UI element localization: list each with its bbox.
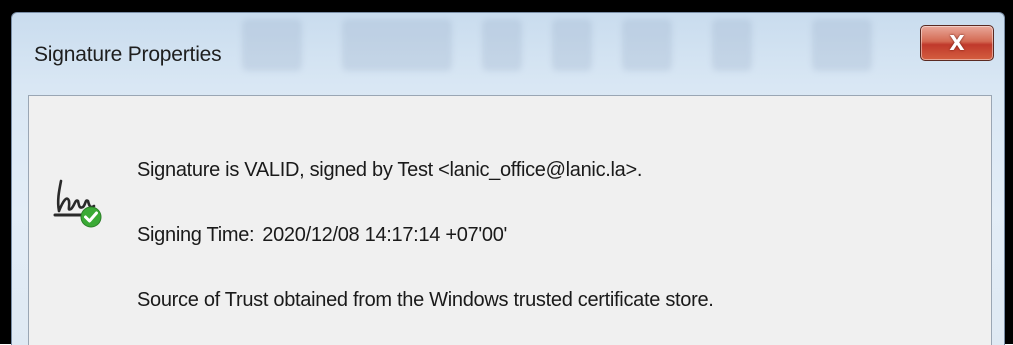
dialog-content: Signature is VALID, signed by Test <lani… bbox=[28, 95, 992, 345]
signing-time-value: 2020/12/08 14:17:14 +07'00' bbox=[262, 224, 508, 246]
close-icon: X bbox=[949, 31, 965, 55]
signing-time-row: Signing Time: 2020/12/08 14:17:14 +07'00' bbox=[137, 224, 507, 247]
dialog-title: Signature Properties bbox=[34, 43, 222, 66]
title-bar[interactable]: Signature Properties X bbox=[12, 13, 1004, 95]
signature-valid-icon bbox=[53, 179, 102, 228]
signature-properties-dialog: Signature Properties X Signature is VALI… bbox=[11, 12, 1005, 345]
signing-time-label: Signing Time: bbox=[137, 224, 255, 246]
signature-status-text: Signature is VALID, signed by Test <lani… bbox=[137, 159, 643, 181]
close-button[interactable]: X bbox=[920, 25, 994, 61]
trust-source-text: Source of Trust obtained from the Window… bbox=[137, 289, 714, 311]
screenshot-frame: Signature Properties X Signature is VALI… bbox=[0, 0, 1013, 345]
